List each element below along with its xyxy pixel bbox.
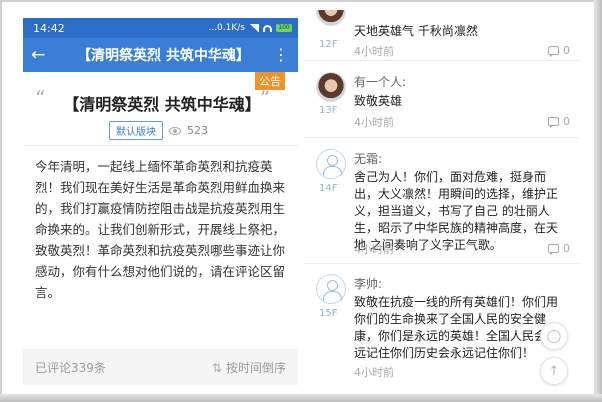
status-time: 14:42 bbox=[33, 21, 65, 35]
avatar[interactable] bbox=[316, 10, 346, 26]
floor-label: 15F bbox=[319, 308, 338, 319]
reply-icon[interactable] bbox=[548, 244, 559, 255]
post-meta: 默认版块 523 bbox=[109, 121, 208, 140]
comment-item: 15F 李帅: 致敬在抗疫一线的所有英雄们！你们用你们的生命换来了全国人民的安全… bbox=[304, 264, 580, 387]
signal-icon bbox=[249, 24, 259, 32]
reply-action[interactable]: 0 bbox=[548, 115, 570, 128]
comment-time: 4小时前 bbox=[354, 366, 394, 379]
arrow-left-icon[interactable]: ← bbox=[31, 45, 55, 65]
wifi-icon bbox=[263, 24, 272, 32]
frame-shadow bbox=[0, 394, 602, 402]
comment-time: 4小时前 bbox=[354, 116, 394, 129]
view-count: 523 bbox=[187, 124, 208, 137]
more-vertical-icon[interactable]: ⋮ bbox=[272, 47, 290, 63]
eye-icon bbox=[169, 126, 181, 135]
comment-item: 14F 无霜: 舍己为人！你们，面对危难，挺身而出，大义凛然！用瞬间的选择，维护… bbox=[304, 138, 580, 264]
frame-border bbox=[0, 0, 2, 402]
back-to-top-icon[interactable]: ↑ bbox=[540, 357, 568, 385]
status-indicators: ...0.1K/s 100 bbox=[208, 23, 292, 33]
post-body: 今年清明，一起线上缅怀革命英烈和抗疫英烈！我们现在美好生活是革命英烈用鲜血换来的… bbox=[35, 159, 286, 300]
sort-button[interactable]: ⇅ 按时间倒序 bbox=[212, 359, 286, 376]
comment-text: 致敬英雄 bbox=[354, 94, 403, 108]
commenter-name[interactable]: 有一个人: bbox=[354, 73, 406, 90]
quote-open-icon: “ bbox=[35, 86, 46, 110]
comment-item: 13F 有一个人: 致敬英雄 4小时前 0 bbox=[304, 61, 580, 138]
reply-icon[interactable] bbox=[548, 46, 559, 57]
commenter-name[interactable]: 无霜: bbox=[354, 150, 382, 167]
sort-label: 按时间倒序 bbox=[225, 361, 286, 375]
post-footer: 已评论339条 ⇅ 按时间倒序 bbox=[23, 349, 298, 385]
reply-count: 0 bbox=[563, 115, 570, 128]
comment-text: 致敬在抗疫一线的所有英雄们！你们用你们的生命换来了全国人民的安全健康，你们是永远… bbox=[354, 295, 559, 360]
reply-count: 0 bbox=[563, 44, 570, 57]
status-bar: 14:42 ...0.1K/s 100 bbox=[23, 18, 298, 38]
reply-count: 0 bbox=[563, 242, 570, 255]
frame-shadow bbox=[594, 0, 602, 402]
comment-text: 天地英雄气 千秋尚凛然 bbox=[354, 24, 478, 38]
screenshot-frame: 14:42 ...0.1K/s 100 ← 【清明祭英烈 共筑中华魂】 ⋮ 公告… bbox=[0, 0, 602, 402]
comment-count[interactable]: 已评论339条 bbox=[35, 359, 212, 376]
reply-action[interactable]: 0 bbox=[548, 44, 570, 57]
comment-time: 4小时前 bbox=[354, 45, 394, 58]
floor-label: 14F bbox=[319, 183, 338, 194]
reply-action[interactable]: 0 bbox=[548, 242, 570, 255]
network-speed: ...0.1K/s bbox=[208, 23, 245, 33]
floor-label: 13F bbox=[319, 105, 338, 116]
avatar[interactable] bbox=[316, 274, 346, 304]
comment-list-screen: 12F 天地英雄气 千秋尚凛然 4小时前 0 13F 有一个人: 致敬英雄 4小… bbox=[304, 10, 580, 387]
reply-icon[interactable] bbox=[548, 117, 559, 128]
board-tag[interactable]: 默认版块 bbox=[109, 121, 163, 140]
post-header: 公告 “ 【清明祭英烈 共筑中华魂】 ” 默认版块 523 bbox=[23, 72, 298, 146]
floor-label: 12F bbox=[319, 39, 338, 50]
frame-border bbox=[0, 0, 602, 2]
app-bar-title: 【清明祭英烈 共筑中华魂】 bbox=[77, 48, 250, 64]
battery-icon: 100 bbox=[276, 24, 292, 32]
quote-close-icon: ” bbox=[259, 86, 270, 110]
post-title: 【清明祭英烈 共筑中华魂】 bbox=[63, 95, 261, 114]
chat-bubble-icon[interactable]: ◯ bbox=[540, 322, 568, 350]
commenter-name[interactable]: 李帅: bbox=[354, 275, 382, 292]
comment-time: 4小时前 bbox=[354, 243, 394, 256]
sort-icon: ⇅ bbox=[211, 360, 222, 375]
app-bar: ← 【清明祭英烈 共筑中华魂】 ⋮ bbox=[23, 38, 298, 72]
avatar[interactable] bbox=[316, 72, 346, 102]
comment-item: 12F 天地英雄气 千秋尚凛然 4小时前 0 bbox=[304, 10, 580, 61]
avatar[interactable] bbox=[316, 149, 346, 179]
post-detail-screen: 14:42 ...0.1K/s 100 ← 【清明祭英烈 共筑中华魂】 ⋮ 公告… bbox=[23, 18, 298, 385]
